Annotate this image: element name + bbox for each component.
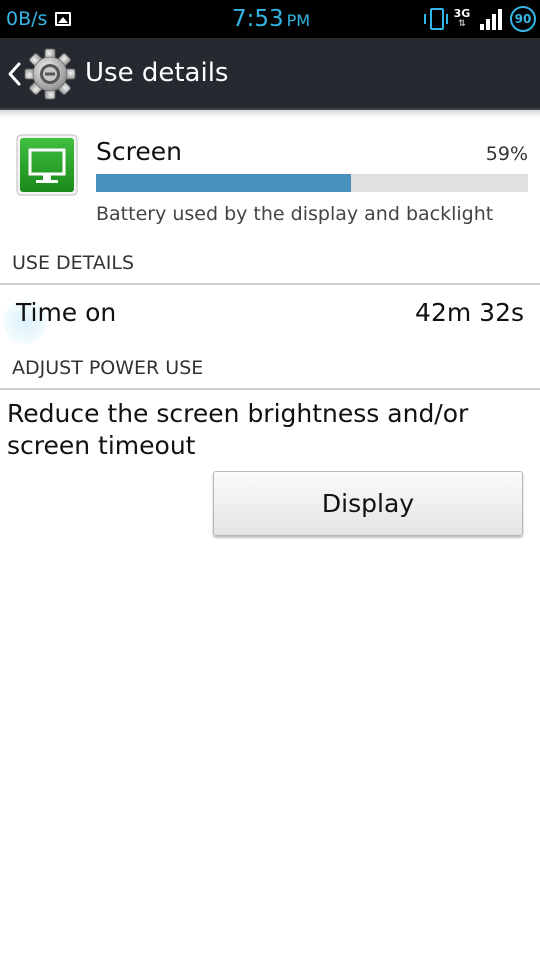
page-title: Use details <box>85 58 229 88</box>
back-chevron-icon[interactable] <box>6 60 22 88</box>
display-settings-button[interactable]: Display <box>213 471 523 536</box>
app-description: Battery used by the display and backligh… <box>96 203 494 225</box>
usage-progress-fill <box>96 174 351 192</box>
battery-icon: 90 <box>510 6 536 32</box>
gear-icon[interactable] <box>24 48 76 100</box>
clock-time: 7:53 <box>232 6 284 32</box>
clock-ampm: PM <box>286 11 311 30</box>
action-bar-shadow <box>0 110 540 118</box>
screen-monitor-icon <box>16 134 78 196</box>
usage-percent: 59% <box>485 143 528 165</box>
use-details-divider <box>0 283 540 285</box>
detail-label: Time on <box>16 298 117 327</box>
net-speed-indicator: 0B/s <box>6 8 48 30</box>
action-bar: Use details <box>0 38 540 110</box>
network-type-label: 3G <box>453 7 471 20</box>
network-type-icon: 3G ⇅ <box>452 8 472 30</box>
detail-value: 42m 32s <box>415 298 524 327</box>
clock: 7:53 PM <box>232 5 310 35</box>
status-left: 0B/s <box>6 6 72 32</box>
use-details-header: USE DETAILS <box>12 252 135 274</box>
vibrate-icon <box>424 8 448 30</box>
data-arrows-icon: ⇅ <box>458 19 466 29</box>
adjust-power-divider <box>0 388 540 390</box>
usage-progress-bar <box>96 174 528 192</box>
app-name: Screen <box>96 137 182 166</box>
detail-row-time-on: Time on 42m 32s <box>0 288 540 344</box>
image-icon <box>55 12 72 26</box>
battery-level: 90 <box>514 12 532 26</box>
signal-icon <box>480 8 502 30</box>
status-right: 3G ⇅ 90 <box>424 6 536 32</box>
adjust-power-text: Reduce the screen brightness and/or scre… <box>7 399 469 460</box>
status-bar: 0B/s 7:53 PM 3G ⇅ 90 <box>0 0 540 38</box>
adjust-power-header: ADJUST POWER USE <box>12 357 204 379</box>
